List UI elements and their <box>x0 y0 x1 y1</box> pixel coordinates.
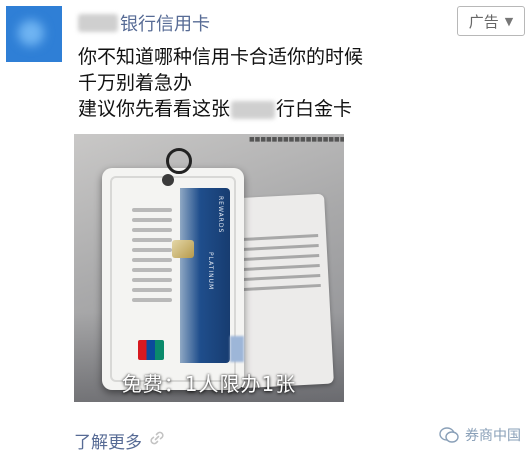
avatar-blurred-logo <box>18 20 44 46</box>
credit-card-front: REWARDS PLATINUM <box>102 168 244 390</box>
image-caption: 免费：1人限办1张 <box>121 372 297 396</box>
account-name-text: 银行信用卡 <box>120 14 210 35</box>
chevron-down-icon: ▼ <box>504 14 514 28</box>
card-text-rewards: REWARDS <box>217 196 224 234</box>
card-chip-icon <box>172 240 194 258</box>
blurred-bank-name <box>78 14 118 32</box>
message-line-2: 千万别着急办 <box>78 72 193 94</box>
ad-badge-label: 广告 <box>468 12 499 31</box>
account-name[interactable]: 银行信用卡 <box>78 8 210 38</box>
image-fine-print: ■■■■■■■■■■■■■■■■■■ <box>249 136 344 143</box>
card-back <box>229 193 334 389</box>
link-icon <box>148 429 166 452</box>
ad-badge-button[interactable]: 广告 ▼ <box>457 6 525 36</box>
watermark-text: 券商中国 <box>465 428 521 444</box>
blurred-bank-name <box>231 100 276 119</box>
unionpay-logo <box>138 340 164 360</box>
blurred-card-area <box>230 336 244 362</box>
account-avatar[interactable] <box>6 6 62 62</box>
message-line-3-suffix: 行白金卡 <box>276 98 353 120</box>
wechat-icon <box>439 427 459 443</box>
learn-more-label: 了解更多 <box>74 433 142 453</box>
card-number-embossing <box>132 208 172 308</box>
source-watermark: 券商中国 <box>439 425 521 445</box>
message-line-3-prefix: 建议你先看看这张 <box>78 98 231 120</box>
ad-message: 你不知道哪种信用卡合适你的时候 千万别着急办 建议你先看看这张 行白金卡 <box>78 44 518 122</box>
message-line-3: 建议你先看看这张 行白金卡 <box>78 96 518 122</box>
card-hole <box>162 174 174 186</box>
ad-image[interactable]: ■■■■■■■■■■■■■■■■■■ REWARDS PLATINUM 免费：1… <box>74 134 344 402</box>
message-line-1: 你不知道哪种信用卡合适你的时候 <box>78 46 364 68</box>
card-lanyard-loop <box>166 148 192 174</box>
learn-more-link[interactable]: 了解更多 <box>74 428 166 453</box>
card-text-platinum: PLATINUM <box>207 252 214 291</box>
